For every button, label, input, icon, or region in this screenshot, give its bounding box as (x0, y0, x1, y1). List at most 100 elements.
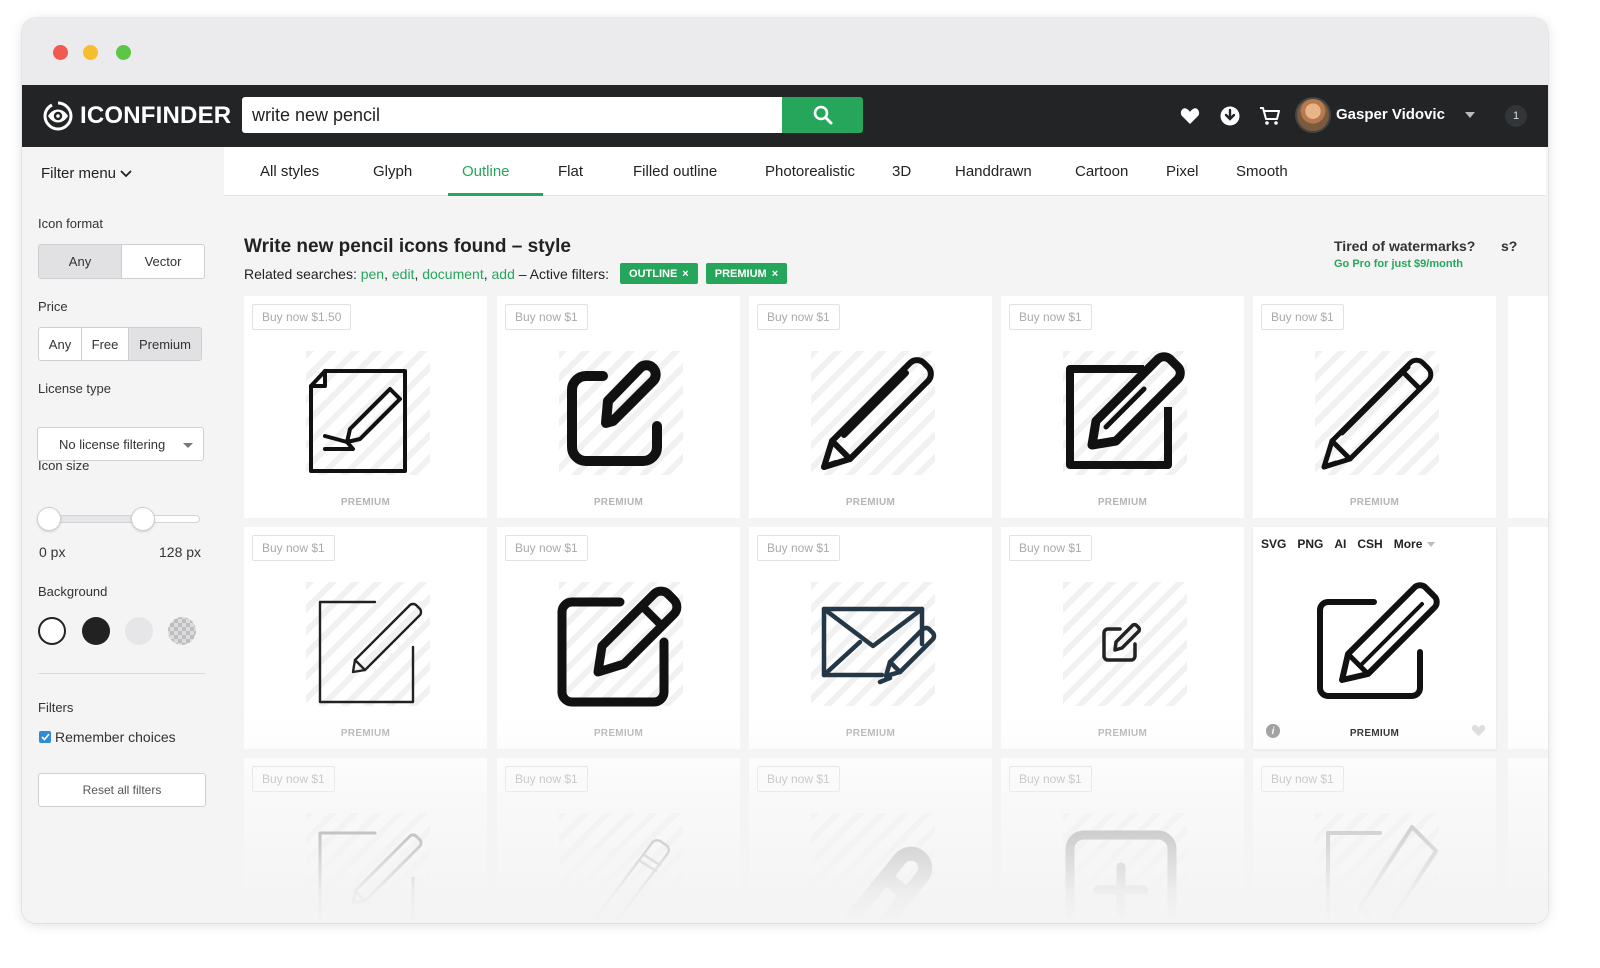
buy-now-button[interactable]: Buy now $1 (252, 766, 335, 792)
tab-flat[interactable]: Flat (558, 163, 583, 180)
favorites-heart-button[interactable] (1178, 104, 1202, 128)
filter-menu-toggle[interactable]: Filter menu (41, 165, 132, 182)
related-link-pen[interactable]: pen (361, 266, 384, 282)
tab-3d[interactable]: 3D (892, 163, 911, 180)
icon-card[interactable]: Buy now $1 PREMIUM (1253, 296, 1496, 518)
style-tabs-bar: All styles Glyph Outline Flat Filled out… (224, 147, 1546, 196)
downloads-button[interactable] (1218, 104, 1242, 128)
tab-outline[interactable]: Outline (462, 163, 510, 180)
premium-badge: PREMIUM (1349, 497, 1400, 508)
icon-size-max-handle[interactable] (131, 507, 155, 531)
buy-now-button[interactable]: Buy now $1 (757, 304, 840, 330)
icon-card[interactable]: Buy now $1 PREMIUM (244, 527, 487, 749)
tab-photorealistic[interactable]: Photorealistic (765, 163, 855, 180)
related-link-add[interactable]: add (492, 266, 515, 282)
buy-now-button[interactable]: Buy now $1 (252, 535, 335, 561)
logo-text: ICONFINDER (80, 102, 232, 129)
icon-format-any-option[interactable]: Any (39, 245, 122, 278)
background-white-swatch[interactable] (38, 617, 66, 645)
cart-button[interactable] (1258, 104, 1282, 128)
format-csh-button[interactable]: CSH (1357, 537, 1382, 551)
buy-now-button[interactable]: Buy now $1 (1009, 766, 1092, 792)
edit-square-icon (1317, 582, 1440, 699)
buy-now-button[interactable]: Buy now $1 (1009, 304, 1092, 330)
buy-now-button[interactable]: Buy now $1.50 (252, 304, 352, 330)
user-avatar[interactable] (1295, 97, 1331, 133)
buy-now-button[interactable]: Buy now $1 (757, 766, 840, 792)
icon-card[interactable]: Buy now $1 (244, 758, 487, 923)
active-filter-outline[interactable]: OUTLINE × (620, 263, 698, 284)
icon-card-hovered[interactable]: SVG PNG AI CSH More i PREMIUM (1253, 527, 1496, 749)
user-menu-chevron-down-icon[interactable] (1465, 112, 1475, 118)
license-type-select[interactable]: No license filtering (37, 427, 204, 461)
promo-overflow-text: s? (1501, 238, 1518, 254)
close-icon[interactable]: × (682, 268, 688, 280)
search-input[interactable] (242, 97, 782, 133)
minimize-window-button[interactable] (83, 45, 98, 60)
icon-card[interactable]: Buy now $1 PREMIUM (749, 527, 992, 749)
notification-badge[interactable]: 1 (1505, 105, 1527, 127)
thin-edit-icon (318, 831, 423, 923)
related-link-edit[interactable]: edit (392, 266, 415, 282)
icon-card[interactable]: Buy now $1 PREMIUM (1001, 527, 1244, 749)
tab-pixel[interactable]: Pixel (1166, 163, 1199, 180)
icon-card[interactable]: Buy now $1 PREMIUM (497, 527, 740, 749)
search-button[interactable] (782, 97, 863, 133)
user-name[interactable]: Gasper Vidovic (1336, 106, 1445, 123)
tab-handdrawn[interactable]: Handdrawn (955, 163, 1032, 180)
icon-card[interactable]: Buy now $1 PREMIUM (497, 296, 740, 518)
buy-now-button[interactable]: Buy now $1 (1261, 766, 1344, 792)
format-more-button[interactable]: More (1394, 537, 1423, 551)
active-filter-premium[interactable]: PREMIUM × (705, 263, 788, 284)
go-pro-link[interactable]: Go Pro for just $9/month (1334, 258, 1463, 270)
tab-filled-outline[interactable]: Filled outline (633, 163, 717, 180)
premium-badge: PREMIUM (1097, 728, 1148, 739)
chevron-down-icon[interactable] (1427, 541, 1436, 547)
icon-card-partial (1508, 527, 1548, 749)
price-premium-option[interactable]: Premium (129, 328, 201, 360)
format-png-button[interactable]: PNG (1297, 537, 1323, 551)
icon-card[interactable]: Buy now $1 (1001, 758, 1244, 923)
related-link-document[interactable]: document (422, 266, 483, 282)
heart-icon (1180, 108, 1200, 124)
icon-size-min-handle[interactable] (37, 507, 61, 531)
buy-now-button[interactable]: Buy now $1 (505, 304, 588, 330)
icon-card[interactable]: Buy now $1.50 PREMIUM (244, 296, 487, 518)
background-grey-swatch[interactable] (125, 617, 153, 645)
iconfinder-logo[interactable]: ICONFINDER (42, 100, 231, 132)
background-black-swatch[interactable] (82, 617, 110, 645)
icon-card[interactable]: Buy now $1 (1253, 758, 1496, 923)
background-transparent-swatch[interactable] (168, 617, 196, 645)
remember-choices-label[interactable]: Remember choices (55, 729, 176, 745)
icon-card[interactable]: Buy now $1 PREMIUM (1001, 296, 1244, 518)
buy-now-button[interactable]: Buy now $1 (1261, 304, 1344, 330)
icon-card[interactable]: Buy now $1 (497, 758, 740, 923)
buy-now-button[interactable]: Buy now $1 (1009, 535, 1092, 561)
sidebar-divider (38, 673, 205, 674)
buy-now-button[interactable]: Buy now $1 (757, 535, 840, 561)
related-searches: Related searches: pen, edit, document, a… (244, 263, 788, 284)
tab-smooth[interactable]: Smooth (1236, 163, 1288, 180)
maximize-window-button[interactable] (116, 45, 131, 60)
buy-now-button[interactable]: Buy now $1 (505, 535, 588, 561)
icon-card[interactable]: Buy now $1 PREMIUM (749, 296, 992, 518)
tab-glyph[interactable]: Glyph (373, 163, 412, 180)
icon-format-vector-option[interactable]: Vector (122, 245, 204, 278)
tab-all-styles[interactable]: All styles (260, 163, 319, 180)
pencil-icon (821, 357, 934, 470)
tab-cartoon[interactable]: Cartoon (1075, 163, 1128, 180)
close-icon[interactable]: × (772, 268, 778, 280)
close-window-button[interactable] (53, 45, 68, 60)
reset-filters-button[interactable]: Reset all filters (38, 773, 206, 807)
icon-size-max-value: 128 px (159, 544, 202, 560)
remember-choices-checkbox[interactable] (39, 731, 51, 743)
active-filters-label: – Active filters: (518, 265, 610, 282)
format-svg-button[interactable]: SVG (1261, 537, 1286, 551)
square-pencil-icon (1066, 352, 1185, 469)
heart-icon[interactable] (1471, 724, 1486, 737)
price-free-option[interactable]: Free (82, 328, 129, 360)
buy-now-button[interactable]: Buy now $1 (505, 766, 588, 792)
icon-card[interactable]: Buy now $1 (749, 758, 992, 923)
format-ai-button[interactable]: AI (1334, 537, 1346, 551)
price-any-option[interactable]: Any (39, 328, 82, 360)
